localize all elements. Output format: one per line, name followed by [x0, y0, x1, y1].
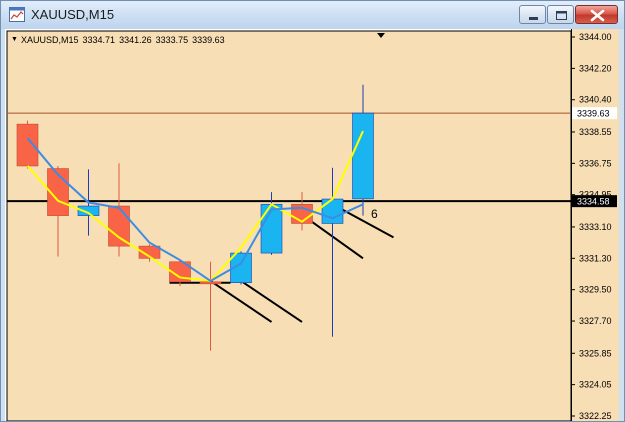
level-price-label: 3334.58 [577, 197, 610, 207]
price-tick-label: 3324.05 [579, 380, 612, 390]
chart-area[interactable]: 3344.00 3342.20 3340.40 3338.55 3336.75 3334.… [5, 29, 619, 421]
ohlc-info-line: XAUUSD,M15 3334.71 3341.26 3333.75 3339.63 [11, 35, 229, 45]
maximize-button[interactable] [547, 5, 574, 24]
price-tick-label: 3340.40 [579, 95, 612, 105]
candle-body[interactable] [108, 205, 130, 247]
candle-body[interactable] [352, 112, 374, 200]
candle-body[interactable] [199, 281, 222, 285]
maximize-icon [556, 11, 567, 20]
price-tick-label: 3331.30 [579, 253, 612, 263]
minimize-icon [529, 17, 538, 20]
chart-window-icon [9, 7, 25, 22]
price-tick-label: 3327.70 [579, 316, 612, 326]
price-tick-label: 3325.85 [579, 348, 612, 358]
close-button[interactable] [575, 5, 618, 24]
minimize-button[interactable] [519, 5, 546, 24]
info-high: 3341.26 [119, 35, 152, 45]
info-close: 3339.63 [192, 35, 225, 45]
title-bar[interactable]: XAUUSD,M15 [1, 1, 624, 29]
price-tick-label: 3342.20 [579, 63, 612, 73]
close-icon [590, 9, 605, 22]
price-tick-label: 3344.00 [579, 32, 612, 42]
window-title: XAUUSD,M15 [31, 7, 115, 22]
price-mark-symbol: 6 [371, 207, 378, 221]
price-tick-label: 3329.50 [579, 285, 612, 295]
candle-body[interactable] [321, 198, 344, 224]
price-tick-label: 3336.75 [579, 158, 612, 168]
price-chart[interactable]: 3344.00 3342.20 3340.40 3338.55 3336.75 3334.… [5, 29, 619, 421]
plot-background[interactable] [6, 30, 572, 421]
price-tick-label: 3333.10 [579, 222, 612, 232]
candle-body[interactable] [260, 203, 283, 254]
info-low: 3333.75 [155, 35, 189, 45]
info-open: 3334.71 [82, 35, 116, 45]
price-tick-label: 3338.55 [579, 127, 612, 137]
chart-window: XAUUSD,M15 3344.00 3342.20 3340.40 3338.55 3… [0, 0, 625, 422]
price-tick-label: 3322.25 [579, 411, 612, 421]
candle-body[interactable] [16, 123, 39, 167]
current-price-label: 3339.63 [577, 109, 610, 119]
info-symbol: XAUUSD,M15 [21, 35, 79, 45]
